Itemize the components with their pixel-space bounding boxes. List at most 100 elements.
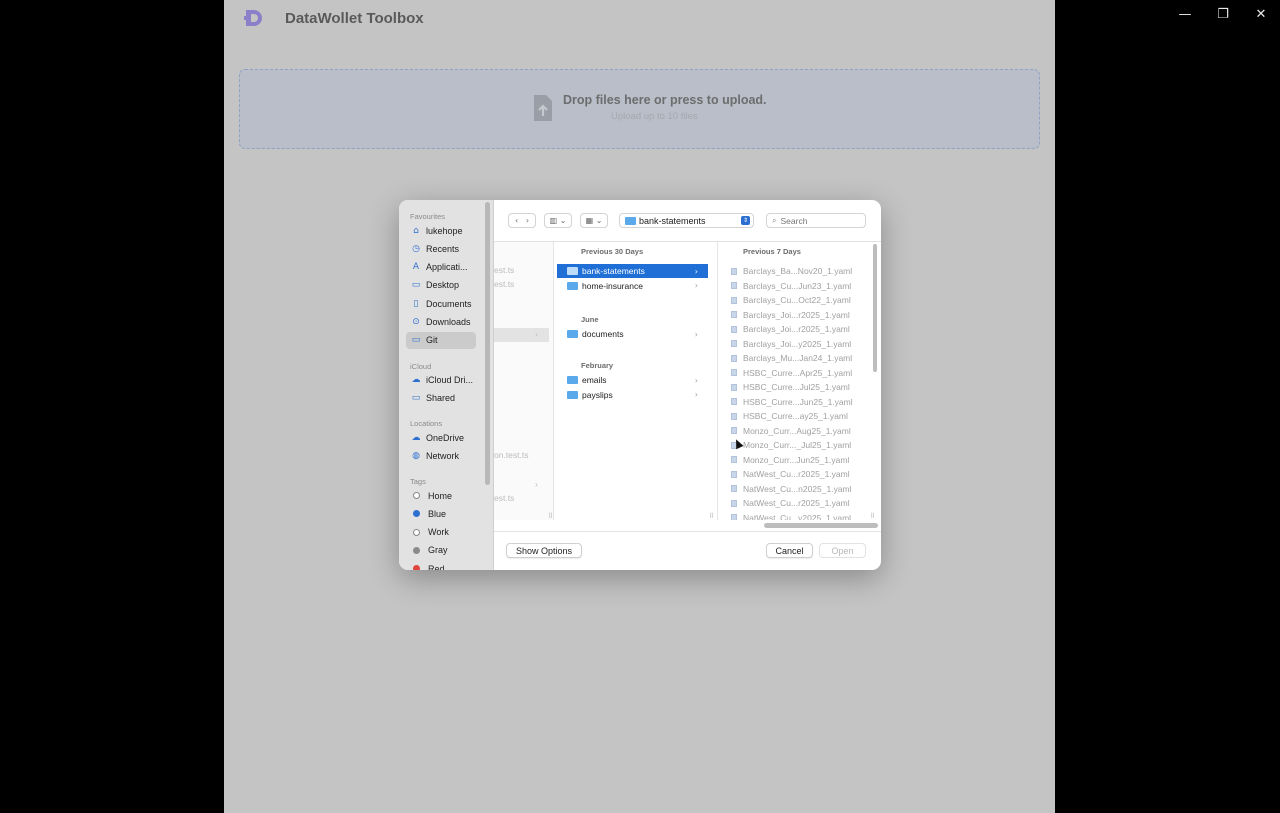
folder-icon [567,281,578,290]
yaml-file-icon [731,412,737,420]
sidebar-tag[interactable]: Gray [406,542,476,559]
sidebar-item[interactable]: ☁ OneDrive [406,429,476,446]
file-label: Barclays_Mu...Jan24_1.yaml [743,353,853,363]
sidebar-item-label: iCloud Dri... [426,374,474,385]
sidebar-item[interactable]: ▭ Git [406,331,476,349]
file-label: Monzo_Curr...Aug25_1.yaml [743,425,851,436]
file-row[interactable]: Monzo_Curr...Jun25_1.yaml [731,453,849,467]
folder-icon [625,216,636,225]
file-label: NatWest_Cu...r2025_1.yaml [743,469,850,479]
folder-row[interactable]: documents › [557,327,708,341]
sidebar-tag[interactable]: Home [406,487,476,504]
window-controls: — ❐ ✕ [1166,0,1280,28]
column-view-button[interactable]: ▥ ⌄ [544,213,572,228]
sidebar-tag[interactable]: Blue [406,505,476,522]
yaml-file-icon [731,499,737,507]
restore-button[interactable]: ❐ [1204,0,1242,28]
chevron-right-icon: › [694,281,698,290]
yaml-file-icon [731,383,737,391]
sidebar-tag[interactable]: Work [406,524,476,541]
file-row[interactable]: Barclays_Joi...r2025_1.yaml [731,308,850,322]
file-row[interactable]: HSBC_Curre...Jul25_1.yaml [731,380,850,394]
chevron-right-icon: › [535,479,538,489]
minimize-button[interactable]: — [1166,0,1204,28]
app-logo-icon [244,8,266,28]
file-row[interactable]: Barclays_Mu...Jan24_1.yaml [731,351,852,365]
sidebar-item[interactable]: ▭ Desktop [406,277,476,294]
file-row[interactable]: HSBC_Curre...Apr25_1.yaml [731,366,852,380]
globe-icon: ◍ [412,450,420,461]
sidebar-item[interactable]: ◷ Recents [406,240,476,257]
show-options-button[interactable]: Show Options [506,543,582,558]
yaml-file-icon [731,340,737,347]
file-open-dialog: Favourites ⌂ lukehope ◷ Recents A Applicati..… [399,200,881,570]
sidebar-tag-label: Work [428,527,449,538]
column-resize-handle[interactable]: ll [549,513,552,520]
ghost-file[interactable]: est.ts [494,493,514,503]
location-popup[interactable]: bank-statements ⇕ [619,213,754,228]
file-row[interactable]: NatWest_Cu...r2025_1.yaml [731,467,850,481]
group-view-button[interactable]: ▦ ⌄ [580,213,608,228]
sidebar-item[interactable]: ⌂ lukehope [406,222,476,239]
ghost-file[interactable]: on.test.ts [494,450,529,460]
cloud-icon: ☁ [411,374,421,385]
yaml-file-icon [731,296,737,304]
sidebar-item[interactable]: ◍ Network [406,447,476,464]
sidebar-item-label: Recents [426,243,460,254]
sidebar-item[interactable]: ▯ Documents [406,295,476,312]
file-row[interactable]: Barclays_Joi...r2025_1.yaml [731,322,850,336]
file-label: HSBC_Curre...Jun25_1.yaml [743,396,853,407]
yaml-file-icon [731,369,737,376]
folder-row[interactable]: home-insurance › [557,279,708,293]
sidebar-tag[interactable]: Red [406,560,476,570]
file-row[interactable]: Monzo_Curr...Aug25_1.yaml [731,424,851,438]
horizontal-scrollbar[interactable] [764,523,878,528]
ghost-file[interactable]: est.ts [494,279,514,289]
column-resize-handle[interactable]: ll [871,513,874,520]
yaml-file-icon [731,325,737,333]
files-scrollbar[interactable] [873,244,877,372]
sidebar-item[interactable]: ☁ iCloud Dri... [406,371,476,388]
parent-selected-row[interactable] [494,328,549,342]
sidebar-scrollbar[interactable] [485,202,490,485]
file-dropzone[interactable]: Drop files here or press to upload. Uplo… [239,69,1040,149]
file-row[interactable]: HSBC_Curre...ay25_1.yaml [731,409,848,423]
search-icon: ⌕ [772,215,777,225]
location-label: bank-statements [639,215,706,226]
file-row[interactable]: Barclays_Ba...Nov20_1.yaml [731,264,852,278]
ghost-file[interactable]: est.ts [494,265,514,275]
folder-label: emails [582,375,607,385]
folder-row[interactable]: payslips › [557,388,708,402]
folder-row[interactable]: bank-statements › [557,264,708,278]
file-row[interactable]: NatWest_Cu...n2025_1.yaml [731,482,852,496]
app-title: DataWollet Toolbox [285,9,424,27]
back-forward-buttons[interactable]: ‹ › [508,213,536,228]
sidebar-item[interactable]: A Applicati... [406,259,476,276]
back-icon[interactable]: ‹ [515,216,518,225]
sidebar-header-locations: Locations [410,419,443,428]
yaml-file-icon [731,311,737,318]
search-input[interactable] [780,215,851,226]
folder-row[interactable]: emails › [557,373,708,387]
file-label: HSBC_Curre...Apr25_1.yaml [743,367,853,378]
file-row[interactable]: Barclays_Joi...y2025_1.yaml [731,337,851,351]
open-button[interactable]: Open [819,543,866,558]
sidebar-item[interactable]: ⊙ Downloads [406,314,476,331]
file-row[interactable]: HSBC_Curre...Jun25_1.yaml [731,395,853,409]
close-button[interactable]: ✕ [1242,0,1280,28]
sidebar-item-label: OneDrive [426,432,465,443]
cancel-button[interactable]: Cancel [766,543,813,558]
file-row[interactable]: NatWest_Cu...r2025_1.yaml [731,496,850,510]
group-header-30days: Previous 30 Days [581,247,644,256]
file-row[interactable]: Barclays_Cu...Jun23_1.yaml [731,279,851,293]
file-row[interactable]: NatWest_Cu...y2025_1.yaml [731,511,851,520]
sidebar-item[interactable]: ▭ Shared [406,389,476,406]
search-field[interactable]: ⌕ [766,213,866,228]
file-row[interactable]: Barclays_Cu...Oct22_1.yaml [731,293,851,307]
chevron-right-icon: › [694,266,698,276]
forward-icon[interactable]: › [526,216,529,225]
file-row[interactable]: Monzo_Curr..._Jul25_1.yaml [731,438,851,452]
column-resize-handle[interactable]: ll [710,513,713,520]
apps-icon: A [412,262,420,273]
column-browser: est.ts est.ts › on.test.ts › est.ts ll P… [494,241,881,531]
